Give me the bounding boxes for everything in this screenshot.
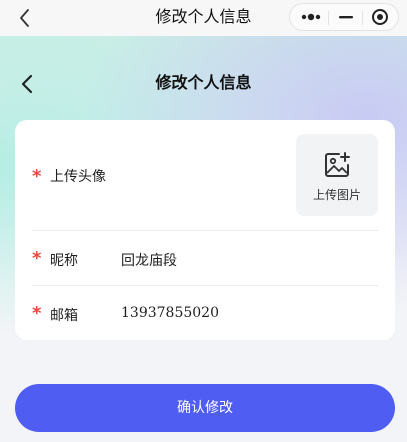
- avatar-row: * 上传头像 上传图片: [32, 120, 378, 231]
- nickname-input[interactable]: 回龙庙段: [121, 250, 177, 270]
- email-label: 邮箱: [50, 308, 78, 324]
- confirm-button[interactable]: 确认修改: [15, 384, 395, 432]
- email-input[interactable]: 13937855020: [121, 305, 219, 321]
- more-dots-icon[interactable]: [294, 4, 330, 30]
- page-title: 修改个人信息: [155, 73, 252, 92]
- avatar-label: 上传头像: [50, 169, 106, 185]
- required-mark: *: [32, 166, 42, 187]
- close-target-icon[interactable]: [362, 4, 398, 30]
- upload-image-label: 上传图片: [312, 188, 361, 202]
- profile-form-card: * 上传头像 上传图片 * 昵称 回龙庙段 * 邮箱 13937855020: [15, 120, 395, 340]
- image-add-icon: [322, 150, 352, 180]
- required-mark: *: [32, 248, 42, 269]
- capsule-menu: [289, 3, 399, 31]
- required-mark: *: [32, 303, 42, 324]
- email-row: * 邮箱 13937855020: [32, 286, 378, 340]
- nickname-row: * 昵称 回龙庙段: [32, 231, 378, 286]
- upload-image-button[interactable]: 上传图片: [296, 134, 378, 216]
- top-nav-bar: 修改个人信息: [0, 0, 407, 36]
- minimize-icon[interactable]: [328, 4, 364, 30]
- nickname-label: 昵称: [50, 253, 78, 269]
